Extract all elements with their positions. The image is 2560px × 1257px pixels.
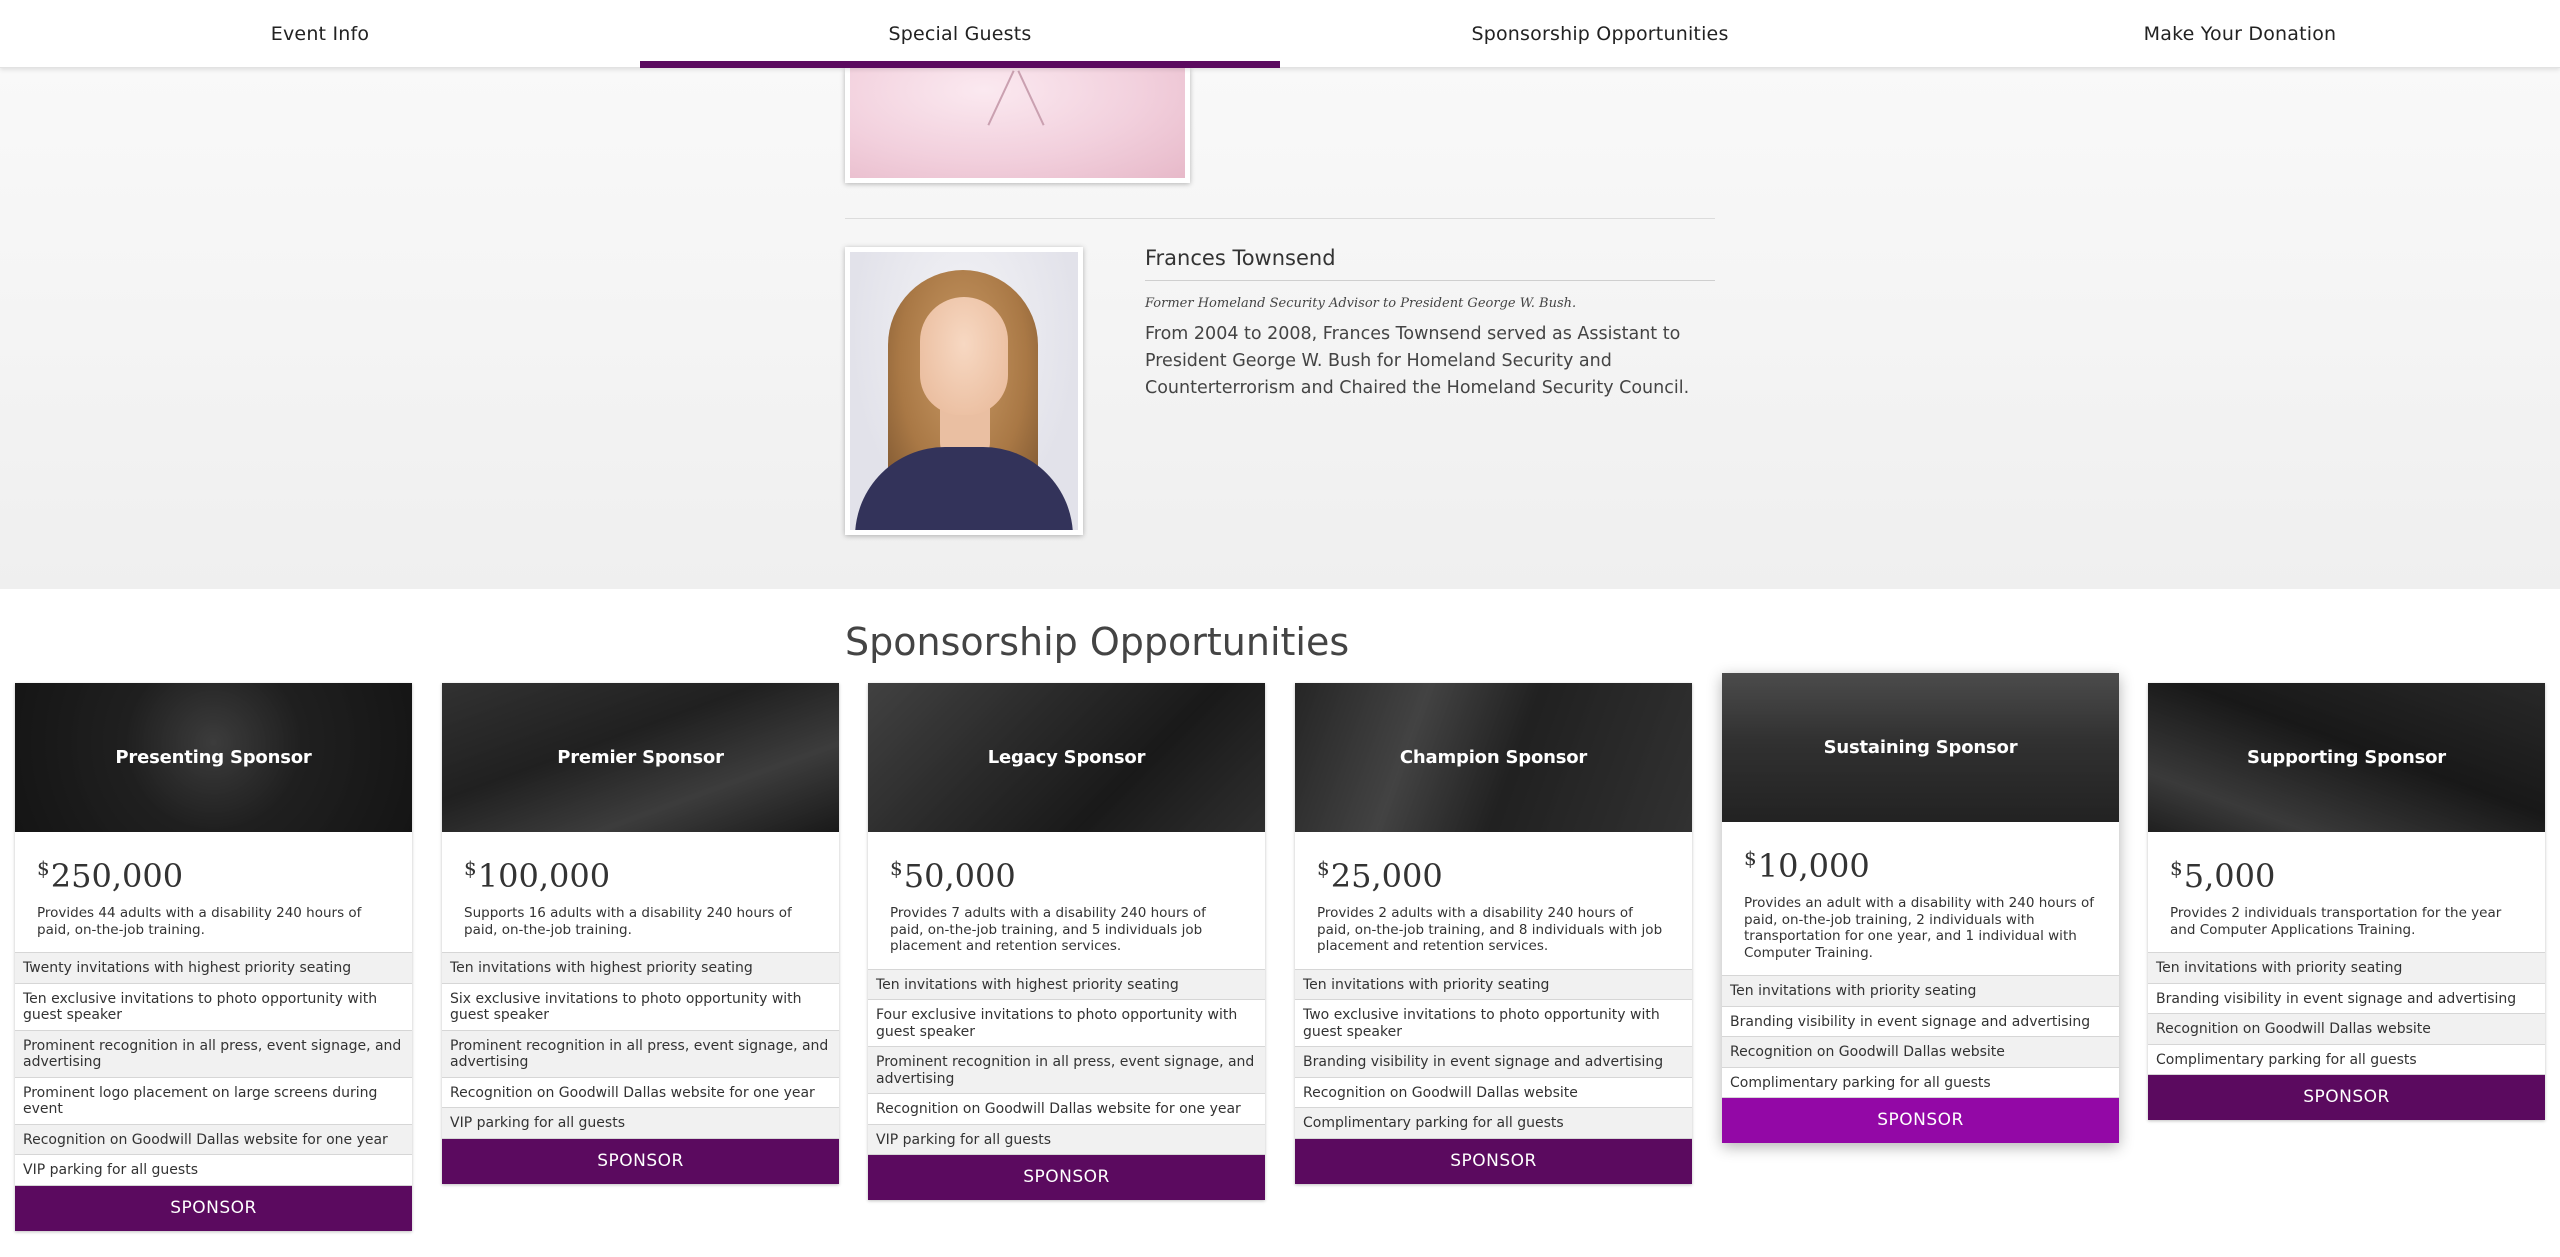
card-description: Provides 2 individuals transportation fo… — [2148, 895, 2545, 953]
benefit-item: Six exclusive invitations to photo oppor… — [442, 983, 839, 1031]
benefit-item: Branding visibility in event signage and… — [1722, 1006, 2119, 1037]
card-header-image: Presenting Sponsor — [15, 683, 412, 832]
benefit-item: VIP parking for all guests — [442, 1108, 839, 1139]
sponsor-card-premier: Premier Sponsor $100,000 Supports 16 adu… — [442, 683, 839, 1184]
sponsor-card-supporting: Supporting Sponsor $5,000 Provides 2 ind… — [2148, 683, 2545, 1120]
benefit-item: Prominent recognition in all press, even… — [868, 1047, 1265, 1094]
sponsor-button[interactable]: SPONSOR — [15, 1185, 412, 1231]
nav-tab-sponsorship-opportunities[interactable]: Sponsorship Opportunities — [1280, 0, 1920, 67]
card-amount: 10,000 — [1757, 847, 1870, 885]
card-amount: 5,000 — [2183, 857, 2276, 895]
card-price: $50,000 — [868, 832, 1265, 895]
benefit-item: Recognition on Goodwill Dallas website f… — [15, 1124, 412, 1155]
card-title: Sustaining Sponsor — [1823, 737, 2018, 758]
sponsor-card-sustaining: Sustaining Sponsor $10,000 Provides an a… — [1722, 673, 2119, 1143]
card-description: Provides an adult with a disability with… — [1722, 885, 2119, 976]
benefit-list: Ten invitations with highest priority se… — [868, 969, 1265, 1155]
benefit-item: Recognition on Goodwill Dallas website f… — [868, 1094, 1265, 1125]
currency-symbol: $ — [464, 856, 477, 880]
benefit-item: Branding visibility in event signage and… — [2148, 983, 2545, 1014]
benefit-item: VIP parking for all guests — [868, 1124, 1265, 1155]
sponsor-card-presenting: Presenting Sponsor $250,000 Provides 44 … — [15, 683, 412, 1231]
benefit-item: Complimentary parking for all guests — [2148, 1044, 2545, 1075]
sponsor-button[interactable]: SPONSOR — [1722, 1098, 2119, 1143]
benefit-item: Recognition on Goodwill Dallas website f… — [442, 1077, 839, 1108]
card-header-image: Premier Sponsor — [442, 683, 839, 832]
top-nav: Event Info Special Guests Sponsorship Op… — [0, 0, 2560, 68]
card-price: $100,000 — [442, 832, 839, 895]
benefit-list: Twenty invitations with highest priority… — [15, 953, 412, 1186]
card-title: Presenting Sponsor — [115, 747, 312, 768]
guest-role: Former Homeland Security Advisor to Pres… — [1145, 296, 1577, 311]
sponsor-button[interactable]: SPONSOR — [1295, 1138, 1692, 1184]
benefit-item: Recognition on Goodwill Dallas website — [1295, 1077, 1692, 1108]
currency-symbol: $ — [890, 856, 903, 880]
benefit-item: VIP parking for all guests — [15, 1155, 412, 1186]
benefit-item: Ten invitations with highest priority se… — [868, 969, 1265, 1000]
sponsor-button[interactable]: SPONSOR — [868, 1155, 1265, 1200]
benefit-item: Ten invitations with priority seating — [2148, 953, 2545, 984]
card-title: Champion Sponsor — [1399, 747, 1588, 768]
nav-tab-event-info[interactable]: Event Info — [0, 0, 640, 67]
sponsor-card-legacy: Legacy Sponsor $50,000 Provides 7 adults… — [868, 683, 1265, 1200]
card-header-image: Champion Sponsor — [1295, 683, 1692, 832]
benefit-item: Four exclusive invitations to photo oppo… — [868, 1000, 1265, 1047]
benefit-item: Complimentary parking for all guests — [1295, 1108, 1692, 1139]
currency-symbol: $ — [1317, 856, 1330, 880]
benefit-item: Ten invitations with priority seating — [1722, 976, 2119, 1007]
benefit-item: Branding visibility in event signage and… — [1295, 1047, 1692, 1078]
benefit-item: Complimentary parking for all guests — [1722, 1067, 2119, 1098]
card-title: Supporting Sponsor — [2247, 747, 2446, 768]
card-description: Provides 7 adults with a disability 240 … — [868, 895, 1265, 970]
card-header-image: Sustaining Sponsor — [1722, 673, 2119, 822]
previous-guest-photo — [845, 68, 1190, 183]
currency-symbol: $ — [37, 856, 50, 880]
guest-portrait — [845, 247, 1083, 535]
benefit-item: Recognition on Goodwill Dallas website — [1722, 1037, 2119, 1068]
nav-tab-make-your-donation[interactable]: Make Your Donation — [1920, 0, 2560, 67]
card-title: Legacy Sponsor — [987, 747, 1146, 768]
card-amount: 50,000 — [903, 857, 1016, 895]
section-title: Sponsorship Opportunities — [845, 620, 1350, 664]
benefit-item: Ten exclusive invitations to photo oppor… — [15, 983, 412, 1031]
card-amount: 100,000 — [477, 857, 611, 895]
card-amount: 250,000 — [50, 857, 184, 895]
benefit-list: Ten invitations with priority seating Br… — [1722, 976, 2119, 1098]
benefit-list: Ten invitations with priority seating Br… — [2148, 953, 2545, 1075]
guest-bio: From 2004 to 2008, Frances Townsend serv… — [1145, 324, 1690, 398]
special-guests-section: Frances Townsend Former Homeland Securit… — [0, 68, 2560, 589]
card-price: $25,000 — [1295, 832, 1692, 895]
card-header-image: Legacy Sponsor — [868, 683, 1265, 832]
card-description: Supports 16 adults with a disability 240… — [442, 895, 839, 953]
card-price: $5,000 — [2148, 832, 2545, 895]
sponsor-button[interactable]: SPONSOR — [2148, 1075, 2545, 1120]
sponsor-card-champion: Champion Sponsor $25,000 Provides 2 adul… — [1295, 683, 1692, 1184]
card-description: Provides 2 adults with a disability 240 … — [1295, 895, 1692, 970]
currency-symbol: $ — [1744, 846, 1757, 870]
card-price: $250,000 — [15, 832, 412, 895]
card-title: Premier Sponsor — [557, 747, 724, 768]
benefit-list: Ten invitations with highest priority se… — [442, 953, 839, 1139]
benefit-item: Recognition on Goodwill Dallas website — [2148, 1014, 2545, 1045]
benefit-item: Two exclusive invitations to photo oppor… — [1295, 1000, 1692, 1047]
benefit-list: Ten invitations with priority seating Tw… — [1295, 969, 1692, 1139]
guest-name: Frances Townsend — [1145, 246, 1715, 281]
benefit-item: Prominent recognition in all press, even… — [442, 1030, 839, 1078]
card-header-image: Supporting Sponsor — [2148, 683, 2545, 832]
benefit-item: Ten invitations with highest priority se… — [442, 953, 839, 984]
card-price: $10,000 — [1722, 822, 2119, 885]
benefit-item: Twenty invitations with highest priority… — [15, 953, 412, 984]
guest-divider — [845, 218, 1715, 219]
benefit-item: Prominent recognition in all press, even… — [15, 1030, 412, 1078]
benefit-item: Ten invitations with priority seating — [1295, 969, 1692, 1000]
card-description: Provides 44 adults with a disability 240… — [15, 895, 412, 953]
nav-tab-special-guests[interactable]: Special Guests — [640, 0, 1280, 68]
benefit-item: Prominent logo placement on large screen… — [15, 1077, 412, 1125]
currency-symbol: $ — [2170, 856, 2183, 880]
sponsor-button[interactable]: SPONSOR — [442, 1138, 839, 1184]
card-amount: 25,000 — [1330, 857, 1443, 895]
